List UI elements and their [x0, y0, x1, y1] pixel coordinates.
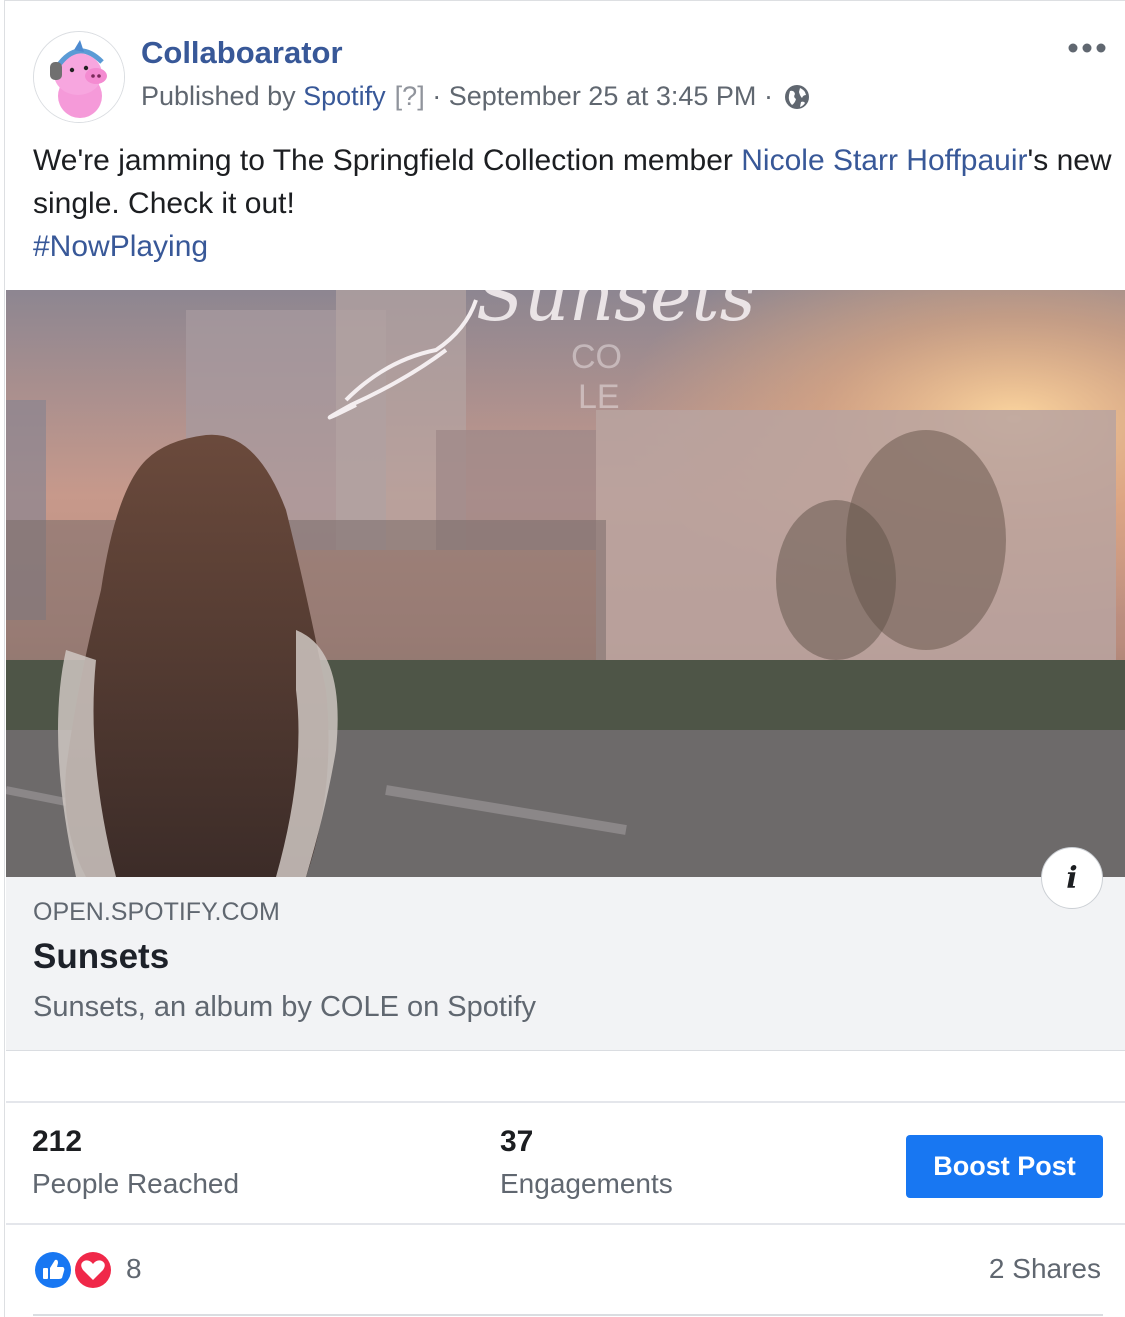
people-reached-count: 212	[32, 1125, 83, 1158]
like-icon	[33, 1250, 73, 1290]
reaction-icons[interactable]	[32, 1249, 122, 1291]
link-description: Sunsets, an album by COLE on Spotify	[33, 991, 536, 1023]
shares-count[interactable]: 2 Shares	[989, 1253, 1101, 1285]
footer-divider	[33, 1314, 1103, 1316]
svg-text:Sunsets: Sunsets	[476, 290, 756, 337]
post-text-part1: We're jamming to The Springfield Collect…	[33, 144, 742, 177]
meta-separator-2: ·	[763, 81, 773, 111]
more-options-icon[interactable]	[1067, 39, 1107, 57]
engagements-count: 37	[500, 1125, 534, 1158]
info-icon[interactable]: i	[1041, 847, 1103, 909]
publisher-link[interactable]: Spotify	[303, 81, 386, 112]
album-cover-image: Sunsets CO LE	[6, 290, 1125, 877]
post-card: Collaboarator Published by Spotify [?] · …	[4, 0, 1125, 1317]
meta-separator: ·	[432, 81, 442, 111]
link-title[interactable]: Sunsets	[33, 937, 169, 977]
link-domain: OPEN.SPOTIFY.COM	[33, 898, 280, 926]
post-meta: Published by Spotify [?] · September 25 a…	[141, 81, 811, 112]
post-timestamp[interactable]: September 25 at 3:45 PM	[449, 81, 757, 112]
published-by-label: Published by	[141, 81, 296, 111]
help-marker[interactable]: [?]	[395, 81, 425, 112]
hashtag-link[interactable]: #NowPlaying	[33, 230, 208, 263]
post-message: We're jamming to The Springfield Collect…	[33, 139, 1113, 268]
svg-text:LE: LE	[578, 378, 620, 416]
boost-post-button[interactable]: Boost Post	[906, 1135, 1103, 1198]
engagements-label: Engagements	[500, 1168, 673, 1199]
page-avatar[interactable]	[33, 31, 125, 123]
insights-bottom-divider	[6, 1223, 1125, 1225]
people-reached-label: People Reached	[32, 1168, 240, 1199]
insights-top-divider	[6, 1101, 1125, 1103]
globe-icon[interactable]	[783, 83, 811, 111]
link-preview-footer[interactable]: OPEN.SPOTIFY.COM Sunsets Sunsets, an alb…	[6, 847, 1125, 1051]
pig-avatar-image	[34, 32, 124, 122]
mention-link[interactable]: Nicole Starr Hoffpauir	[741, 144, 1027, 177]
svg-text:CO: CO	[571, 338, 622, 376]
love-icon	[73, 1250, 113, 1290]
link-preview-image[interactable]: Sunsets CO LE	[6, 290, 1125, 877]
page-name-link[interactable]: Collaboarator	[141, 35, 343, 71]
reaction-count[interactable]: 8	[126, 1253, 142, 1285]
